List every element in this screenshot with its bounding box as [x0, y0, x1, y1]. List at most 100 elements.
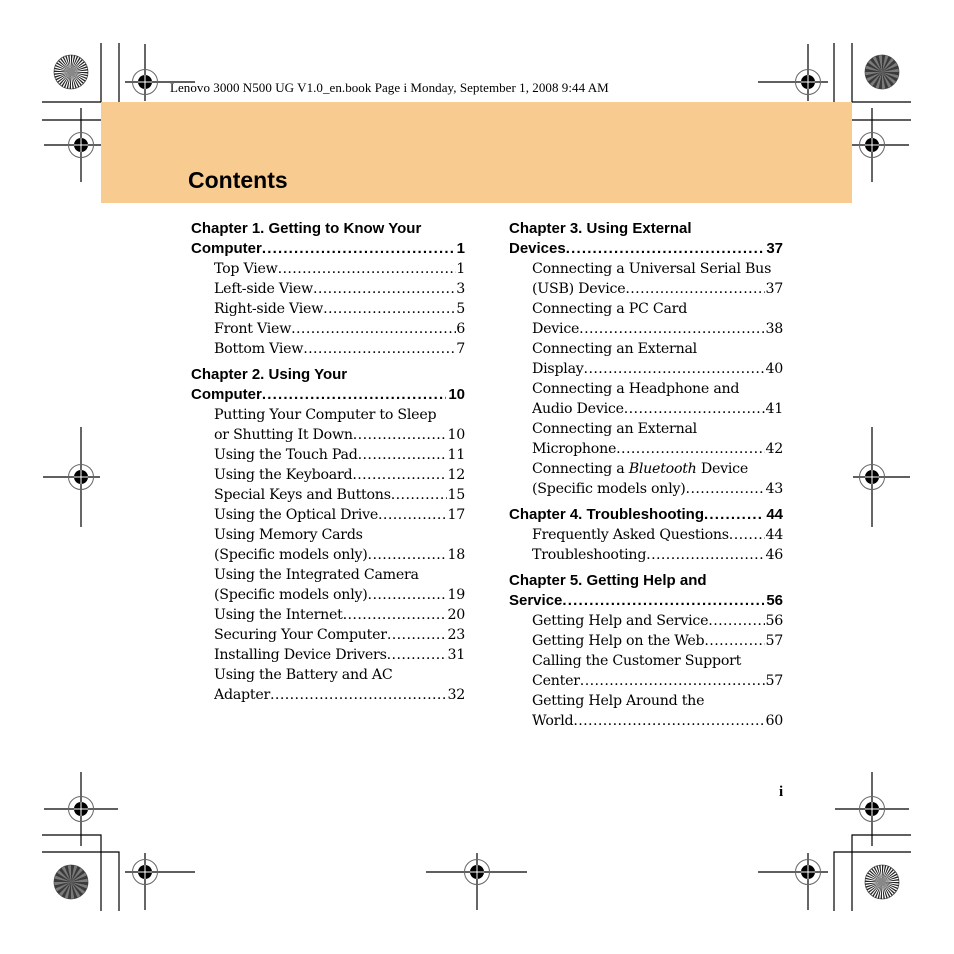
toc-entry[interactable]: Calling the Customer Support Center 57 — [509, 651, 783, 691]
toc-leader-line: Bottom View 7 — [214, 339, 465, 359]
toc-leader-line: Using the Keyboard 12 — [214, 465, 465, 485]
star-target-bottom-right-icon — [864, 864, 900, 900]
page-ref: 44 — [766, 506, 783, 523]
entry-title-line: Getting Help Around the — [532, 693, 705, 709]
page-ref: 37 — [766, 240, 783, 257]
toc-leader-line: Using the Touch Pad 11 — [214, 445, 465, 465]
entry-text: Device — [696, 461, 749, 477]
toc-entry[interactable]: Using the Optical Drive 17 — [191, 505, 465, 525]
toc-entry[interactable]: Frequently Asked Questions 44 — [509, 525, 783, 545]
dot-leader — [708, 611, 765, 631]
toc-entry[interactable]: Using Memory Cards (Specific models only)… — [191, 525, 465, 565]
page-ref: 3 — [456, 281, 465, 297]
toc-entry[interactable]: Using the Battery and AC Adapter 32 — [191, 665, 465, 705]
toc-entry[interactable]: Getting Help and Service 56 — [509, 611, 783, 631]
toc-leader-line: Front View 6 — [214, 319, 465, 339]
entry-title-line: Installing Device Drivers — [214, 647, 387, 663]
toc-entry[interactable]: Right-side View 5 — [191, 299, 465, 319]
toc-leader-line: Getting Help on the Web 57 — [532, 631, 783, 651]
entry-title-line: World — [532, 713, 574, 729]
page-ref: 19 — [447, 587, 465, 603]
entry-title-line: Using the Battery and AC — [214, 667, 393, 683]
dot-leader — [387, 625, 448, 645]
dot-leader — [378, 505, 447, 525]
page-ref: 6 — [456, 321, 465, 337]
entry-title-line: Right-side View — [214, 301, 324, 317]
entry-title-line: Display — [532, 361, 584, 377]
toc-entry[interactable]: Installing Device Drivers 31 — [191, 645, 465, 665]
page-ref: 38 — [765, 321, 783, 337]
toc-entry[interactable]: Using the Touch Pad 11 — [191, 445, 465, 465]
dot-leader — [270, 685, 447, 705]
chapter-title-line: Chapter 3. Using External — [509, 220, 692, 237]
toc-entry-list: Connecting a Universal Serial Bus (USB) D… — [509, 259, 783, 499]
toc-chapter[interactable]: Chapter 5. Getting Help and Service 56 — [509, 571, 783, 611]
toc-entry[interactable]: Connecting an External Microphone 42 — [509, 419, 783, 459]
toc-leader-line: (Specific models only) 18 — [214, 545, 465, 565]
entry-title-line: Connecting a Bluetooth Device — [532, 459, 783, 479]
toc-leader-line: Device 38 — [532, 319, 783, 339]
toc-entry[interactable]: Special Keys and Buttons 15 — [191, 485, 465, 505]
toc-chapter[interactable]: Chapter 1. Getting to Know Your Computer 1 — [191, 219, 465, 259]
toc-entry[interactable]: Top View 1 — [191, 259, 465, 279]
dot-leader — [625, 279, 765, 299]
entry-title-line: Connecting a Headphone and — [532, 381, 740, 397]
star-target-bottom-left-icon — [53, 864, 89, 900]
toc-entry-list: Getting Help and Service 56 Getting Help o… — [509, 611, 783, 731]
page-ref: 1 — [456, 240, 465, 257]
chapter-title-line: Service — [509, 592, 563, 609]
toc-entry[interactable]: Connecting an External Display 40 — [509, 339, 783, 379]
entry-title-line: Adapter — [214, 687, 270, 703]
toc-chapter[interactable]: Chapter 3. Using External Devices 37 — [509, 219, 783, 259]
toc-entry[interactable]: Connecting a PC Card Device 38 — [509, 299, 783, 339]
toc-entry[interactable]: Using the Integrated Camera (Specific mod… — [191, 565, 465, 605]
toc-leader-line: Using the Internet 20 — [214, 605, 465, 625]
toc-leader-line: Devices 37 — [509, 239, 783, 259]
toc-leader-line: (Specific models only) 19 — [214, 585, 465, 605]
entry-title-line: Troubleshooting — [532, 547, 647, 563]
chapter-title-line: Chapter 4. Troubleshooting — [509, 506, 705, 523]
toc-leader-line: (USB) Device 37 — [532, 279, 783, 299]
toc-entry[interactable]: Connecting a Universal Serial Bus (USB) D… — [509, 259, 783, 299]
toc-leader-line: Frequently Asked Questions 44 — [532, 525, 783, 545]
toc-leader-line: Computer 10 — [191, 385, 465, 405]
toc-entry[interactable]: Troubleshooting 46 — [509, 545, 783, 565]
page-ref: 37 — [765, 281, 783, 297]
toc-entry[interactable]: Using the Keyboard 12 — [191, 465, 465, 485]
entry-title-line: Using the Keyboard — [214, 467, 353, 483]
toc-leader-line: (Specific models only) 43 — [532, 479, 783, 499]
dot-leader — [303, 339, 456, 359]
toc-entry[interactable]: Securing Your Computer 23 — [191, 625, 465, 645]
registration-mark-left-middle — [43, 427, 100, 527]
toc-entry[interactable]: Bottom View 7 — [191, 339, 465, 359]
toc-entry[interactable]: Connecting a Bluetooth Device (Specific m… — [509, 459, 783, 499]
toc-entry[interactable]: Left-side View 3 — [191, 279, 465, 299]
page-ref: 46 — [765, 547, 783, 563]
registration-mark-bottom-right — [758, 853, 828, 910]
toc-entry[interactable]: Getting Help on the Web 57 — [509, 631, 783, 651]
entry-title-line: Device — [532, 321, 580, 337]
toc-chapter[interactable]: Chapter 4. Troubleshooting 44 — [509, 505, 783, 525]
entry-title-line: Top View — [214, 261, 278, 277]
toc-entry[interactable]: Putting Your Computer to Sleep or Shuttin… — [191, 405, 465, 445]
toc-entry[interactable]: Connecting a Headphone and Audio Device 41 — [509, 379, 783, 419]
toc-leader-line: Chapter 4. Troubleshooting 44 — [509, 505, 783, 525]
toc-chapter[interactable]: Chapter 2. Using Your Computer 10 — [191, 365, 465, 405]
toc-leader-line: Adapter 32 — [214, 685, 465, 705]
toc-entry[interactable]: Getting Help Around the World 60 — [509, 691, 783, 731]
dot-leader — [391, 485, 448, 505]
page-ref: 12 — [447, 467, 465, 483]
entry-title-line: Using the Optical Drive — [214, 507, 379, 523]
entry-title-line: Getting Help and Service — [532, 613, 709, 629]
page-ref: 23 — [447, 627, 465, 643]
page-ref: 31 — [447, 647, 465, 663]
toc-entry[interactable]: Front View 6 — [191, 319, 465, 339]
toc-leader-line: World 60 — [532, 711, 783, 731]
entry-title-line: Calling the Customer Support — [532, 653, 742, 669]
toc-entry[interactable]: Using the Internet 20 — [191, 605, 465, 625]
chapter-title-line: Computer — [191, 386, 262, 403]
page-ref: 40 — [765, 361, 783, 377]
toc-leader-line: Display 40 — [532, 359, 783, 379]
dot-leader — [352, 465, 447, 485]
page-ref: 57 — [765, 633, 783, 649]
